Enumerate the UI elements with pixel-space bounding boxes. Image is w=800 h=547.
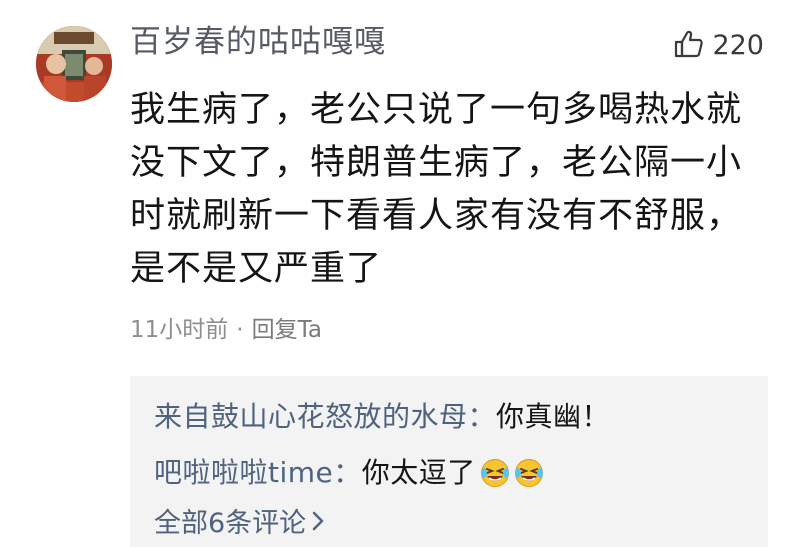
reply-preview-box[interactable]: 来自鼓山心花怒放的水母：你真幽！ 吧啦啦啦time：你太逗了 全部6条评论 (130, 376, 768, 547)
reply-author[interactable]: 吧啦啦啦time： (154, 456, 362, 489)
view-all-replies-label: 全部6条评论 (154, 508, 307, 539)
comment-meta: 11小时前 · 回复Ta (130, 312, 322, 348)
like-count: 220 (712, 30, 764, 61)
view-all-replies-link[interactable]: 全部6条评论 (154, 504, 326, 544)
reply-author[interactable]: 来自鼓山心花怒放的水母： (154, 400, 496, 433)
username[interactable]: 百岁春的咕咕嘎嘎 (130, 20, 386, 64)
comment-body-line: 没下文了，特朗普生病了，老公隔一小 (130, 143, 743, 183)
reply-item[interactable]: 吧啦啦啦time：你太逗了 (154, 452, 544, 494)
thumbs-up-icon (674, 29, 704, 63)
chevron-right-icon (310, 504, 326, 544)
comment-body-line: 我生病了，老公只说了一句多喝热水就 (130, 90, 743, 130)
comment-body-line: 时就刷新一下看看人家有没有不舒服， (130, 196, 743, 236)
avatar[interactable] (36, 26, 112, 102)
laughing-crying-emoji-icon (480, 458, 510, 488)
reply-text: 你真幽！ (496, 400, 611, 433)
reply-text: 你太逗了 (361, 456, 476, 489)
like-button[interactable]: 220 (674, 26, 764, 66)
comment-card: 百岁春的咕咕嘎嘎 220 我生病了，老公只说了一句多喝热水就 没下文了，特朗普生… (0, 0, 800, 547)
laughing-crying-emoji-icon (514, 458, 544, 488)
reply-item[interactable]: 来自鼓山心花怒放的水母：你真幽！ (154, 396, 610, 438)
comment-time: 11小时前 (130, 317, 229, 343)
meta-separator: · (236, 317, 244, 343)
comment-body: 我生病了，老公只说了一句多喝热水就 没下文了，特朗普生病了，老公隔一小 时就刷新… (130, 84, 770, 296)
reply-button[interactable]: 回复Ta (252, 312, 322, 348)
comment-body-line: 是不是又严重了 (130, 249, 383, 289)
